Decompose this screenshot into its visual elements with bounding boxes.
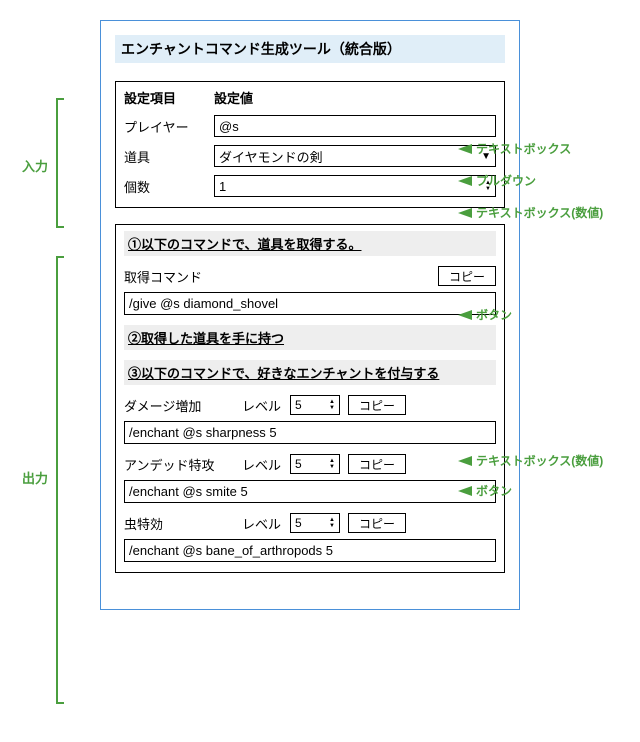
step3-header: ③以下のコマンドで、好きなエンチャントを付与する [124, 360, 496, 385]
enchant-name: ダメージ増加 [124, 396, 234, 415]
output-group-label: 出力 [22, 468, 48, 487]
copy-button-enchant[interactable]: コピー [348, 395, 406, 415]
enchant-output[interactable]: /enchant @s bane_of_arthropods 5 [124, 539, 496, 562]
level-label: レベル [242, 514, 282, 533]
step1-header: ①以下のコマンドで、道具を取得する。 [124, 231, 496, 256]
input-section: 設定項目 設定値 プレイヤー @s 道具 ダイヤモンドの剣 ▼ 個数 1 ▲▼ [115, 81, 505, 208]
copy-button-enchant[interactable]: コピー [348, 513, 406, 533]
enchant-output[interactable]: /enchant @s sharpness 5 [124, 421, 496, 444]
annot-num-textbox2: テキストボックス(数値) [476, 452, 603, 469]
enchant-output[interactable]: /enchant @s smite 5 [124, 480, 496, 503]
annot-button: ボタン [476, 306, 512, 323]
step2-header: ②取得した道具を手に持つ [124, 325, 496, 350]
count-label: 個数 [124, 177, 214, 196]
enchant-name: アンデッド特攻 [124, 455, 234, 474]
annot-button2: ボタン [476, 482, 512, 499]
enchant-name: 虫特効 [124, 514, 234, 533]
page-title: エンチャントコマンド生成ツール（統合版） [115, 35, 505, 63]
bracket-out [56, 256, 64, 704]
input-group-label: 入力 [22, 156, 48, 175]
stepper-icon[interactable]: ▲▼ [329, 517, 335, 529]
player-label: プレイヤー [124, 117, 214, 136]
bracket-in [56, 98, 64, 228]
main-panel: エンチャントコマンド生成ツール（統合版） 設定項目 設定値 プレイヤー @s 道… [100, 20, 520, 610]
player-input[interactable]: @s [214, 115, 496, 137]
level-input[interactable]: 5 ▲▼ [290, 395, 340, 415]
tool-select[interactable]: ダイヤモンドの剣 ▼ [214, 145, 496, 167]
level-input[interactable]: 5 ▲▼ [290, 513, 340, 533]
header-item: 設定項目 [124, 88, 214, 107]
level-label: レベル [242, 455, 282, 474]
copy-button-enchant[interactable]: コピー [348, 454, 406, 474]
output-section: ①以下のコマンドで、道具を取得する。 取得コマンド コピー /give @s d… [115, 224, 505, 573]
count-input[interactable]: 1 ▲▼ [214, 175, 496, 197]
header-value: 設定値 [214, 88, 253, 107]
annot-pulldown: プルダウン [476, 172, 536, 189]
tool-label: 道具 [124, 147, 214, 166]
stepper-icon[interactable]: ▲▼ [329, 399, 335, 411]
stepper-icon[interactable]: ▲▼ [329, 458, 335, 470]
get-command-label: 取得コマンド [124, 267, 202, 286]
annot-textbox: テキストボックス [476, 140, 571, 157]
level-input[interactable]: 5 ▲▼ [290, 454, 340, 474]
level-label: レベル [242, 396, 282, 415]
give-output[interactable]: /give @s diamond_shovel [124, 292, 496, 315]
copy-button-give[interactable]: コピー [438, 266, 496, 286]
annot-num-textbox: テキストボックス(数値) [476, 204, 603, 221]
